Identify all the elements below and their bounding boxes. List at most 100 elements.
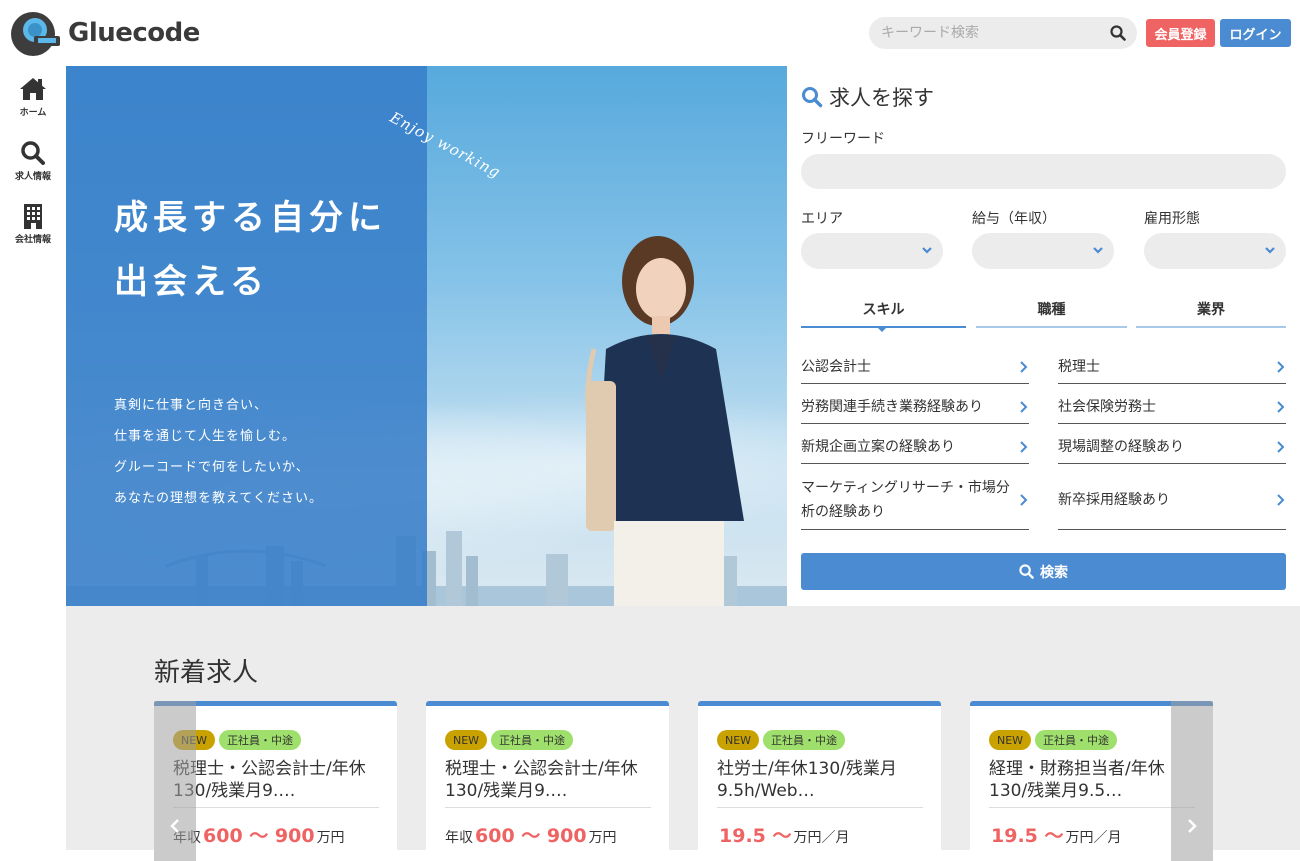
- section-title: 新着求人: [154, 658, 259, 688]
- skill-item[interactable]: 税理士: [1058, 350, 1286, 384]
- chevron-down-icon: [922, 247, 932, 254]
- skill-item[interactable]: 社会保険労務士: [1058, 390, 1286, 424]
- nav-item-home[interactable]: ホーム: [0, 76, 66, 118]
- login-button[interactable]: ログイン: [1220, 19, 1291, 47]
- salary: 年収 600 〜 900 万円: [173, 821, 345, 848]
- nav-item-jobs[interactable]: 求人情報: [0, 140, 66, 182]
- salary-unit: 万円／月: [1065, 830, 1122, 846]
- nav-label-company: 会社情報: [14, 235, 51, 245]
- skill-label: 税理士: [1058, 358, 1100, 375]
- panel-title-text: 求人を探す: [829, 86, 934, 110]
- card-badges: NEW 正社員・中途: [445, 730, 574, 750]
- chevron-right-icon: [1013, 493, 1029, 507]
- chevron-down-icon: [1265, 247, 1275, 254]
- search-icon: [21, 141, 45, 165]
- skill-item[interactable]: 現場調整の経験あり: [1058, 430, 1286, 464]
- salary-unit: 万円: [316, 830, 345, 846]
- card-badges: NEW 正社員・中途: [989, 730, 1118, 750]
- nav-label-jobs: 求人情報: [14, 172, 51, 182]
- salary: 年収 600 〜 900 万円: [445, 821, 617, 848]
- hero-subtext: 真剣に仕事と向き合い、 仕事を通じて人生を愉しむ。 グルーコードで何をしたいか、…: [114, 390, 323, 514]
- tab-job-type[interactable]: 職種: [976, 292, 1127, 328]
- tab-skill[interactable]: スキル: [801, 292, 966, 328]
- skill-item[interactable]: 公認会計士: [801, 350, 1029, 384]
- carousel-next-button[interactable]: [1171, 701, 1213, 861]
- job-title: 税理士・公認会計士/年休130/残業月9.…: [445, 759, 638, 801]
- search-icon[interactable]: [1103, 18, 1133, 48]
- skill-label: 労務関連手続き業務経験あり: [801, 398, 983, 415]
- hero-title-line2: 出会える: [114, 262, 269, 302]
- new-jobs-section: 新着求人 NEW 正社員・中途 税理士・公認会計士/年休130/残業月9.… 年…: [66, 606, 1300, 861]
- skill-item[interactable]: 労務関連手続き業務経験あり: [801, 390, 1029, 424]
- freeword-input[interactable]: [801, 154, 1286, 189]
- job-card[interactable]: NEW 正社員・中途 社労士/年休130/残業月9.5h/Web… 19.5 〜…: [698, 701, 941, 861]
- hero-overlay: [66, 66, 427, 606]
- job-title: 社労士/年休130/残業月9.5h/Web…: [717, 759, 897, 801]
- keyword-search: [869, 17, 1137, 49]
- job-title: 税理士・公認会計士/年休130/残業月9.…: [173, 759, 366, 801]
- logo-text: Gluecode: [68, 18, 200, 48]
- chevron-right-icon: [1013, 440, 1029, 454]
- salary-label: 給与（年収）: [972, 211, 1056, 227]
- job-card[interactable]: NEW 正社員・中途 税理士・公認会計士/年休130/残業月9.… 年収 600…: [426, 701, 669, 861]
- register-button[interactable]: 会員登録: [1146, 19, 1215, 47]
- employment-select[interactable]: [1144, 233, 1286, 269]
- chevron-right-icon: [1270, 360, 1286, 374]
- skill-label: 新卒採用経験あり: [1058, 491, 1170, 508]
- logo[interactable]: Gluecode: [8, 7, 208, 59]
- site-header: Gluecode 会員登録 ログイン: [0, 0, 1300, 66]
- skill-item[interactable]: 新規企画立案の経験あり: [801, 430, 1029, 464]
- salary-unit: 万円: [588, 830, 617, 846]
- home-icon: [20, 78, 46, 100]
- job-search-panel: 求人を探す フリーワード エリア 給与（年収） 雇用形態 スキル 職種 業界 公…: [787, 66, 1300, 606]
- new-badge: NEW: [717, 730, 760, 750]
- hero-sub-line: あなたの理想を教えてください。: [114, 491, 323, 506]
- skill-label: 新規企画立案の経験あり: [801, 438, 955, 455]
- tab-industry[interactable]: 業界: [1136, 292, 1286, 328]
- employment-badge: 正社員・中途: [219, 730, 302, 750]
- chevron-right-icon: [1270, 400, 1286, 414]
- job-title: 経理・財務担当者/年休130/残業月9.5…: [989, 759, 1165, 801]
- hero-sub-line: 仕事を通じて人生を愉しむ。: [114, 429, 297, 444]
- search-submit-button[interactable]: 検索: [801, 553, 1286, 590]
- new-badge: NEW: [989, 730, 1032, 750]
- salary-prefix: 年収: [445, 830, 473, 846]
- side-nav: ホーム 求人情報 会社情報: [0, 66, 66, 850]
- divider: [989, 807, 1195, 808]
- area-label: エリア: [801, 211, 843, 227]
- chevron-right-icon: [1270, 493, 1286, 507]
- nav-item-company[interactable]: 会社情報: [0, 203, 66, 245]
- skill-item[interactable]: 新卒採用経験あり: [1058, 470, 1286, 530]
- skill-label: 公認会計士: [801, 358, 871, 375]
- chevron-right-icon: [1270, 440, 1286, 454]
- chevron-right-icon: [1013, 360, 1029, 374]
- chevron-left-icon: [170, 819, 179, 833]
- logo-icon: [8, 8, 62, 58]
- chevron-right-icon: [1013, 400, 1029, 414]
- chevron-right-icon: [1188, 819, 1197, 833]
- salary-range: 19.5 〜: [991, 825, 1064, 847]
- keyword-search-input[interactable]: [869, 17, 1103, 49]
- chevron-down-icon: [1093, 247, 1103, 254]
- nav-label-home: ホーム: [19, 108, 47, 118]
- carousel-prev-button[interactable]: [154, 701, 196, 861]
- salary-unit: 万円／月: [793, 830, 850, 846]
- divider: [717, 807, 923, 808]
- employment-badge: 正社員・中途: [1035, 730, 1118, 750]
- hero-sub-line: グルーコードで何をしたいか、: [114, 460, 310, 475]
- skill-label: マーケティングリサーチ・市場分析の経験あり: [801, 479, 1010, 520]
- divider: [173, 807, 379, 808]
- area-select[interactable]: [801, 233, 943, 269]
- search-icon: [1019, 564, 1034, 579]
- skill-item[interactable]: マーケティングリサーチ・市場分析の経験あり: [801, 470, 1029, 530]
- skill-label: 社会保険労務士: [1058, 398, 1156, 415]
- salary-range: 600 〜 900: [203, 825, 315, 847]
- card-badges: NEW 正社員・中途: [717, 730, 846, 750]
- salary-range: 19.5 〜: [719, 825, 792, 847]
- salary-range: 600 〜 900: [475, 825, 587, 847]
- hero-banner: Enjoy working 成長する自分に 出会える 真剣に仕事と向き合い、 仕…: [66, 66, 787, 606]
- panel-title: 求人を探す: [801, 82, 934, 112]
- salary-select[interactable]: [972, 233, 1114, 269]
- employment-badge: 正社員・中途: [763, 730, 846, 750]
- hero-sub-line: 真剣に仕事と向き合い、: [114, 398, 269, 413]
